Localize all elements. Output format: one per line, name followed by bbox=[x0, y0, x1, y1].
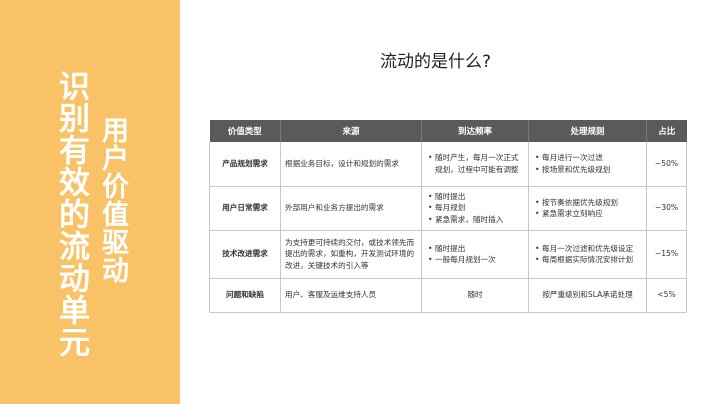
list-item: 随时提出 bbox=[428, 243, 524, 255]
cell-share: ~15% bbox=[646, 230, 687, 279]
cell-share: ~30% bbox=[646, 186, 687, 231]
list-item: 每月规划 bbox=[428, 202, 524, 214]
header-source: 来源 bbox=[280, 120, 422, 142]
list-item: 每周根据实际情况安排计划 bbox=[535, 254, 642, 266]
value-type-table: 价值类型 来源 到达频率 处理规则 占比 产品规划需求 根据业务目标，设计和规划… bbox=[209, 120, 687, 313]
main-vertical-title: 识别有效的流动单元 bbox=[53, 70, 89, 358]
header-rules: 处理规则 bbox=[528, 120, 647, 142]
list-item: 按场景和优先级规划 bbox=[535, 164, 642, 176]
sub-vertical-title: 用户价值驱动 bbox=[97, 116, 128, 284]
list-item: 紧急需求，随时插入 bbox=[428, 214, 524, 226]
cell-type: 产品规划需求 bbox=[209, 142, 281, 187]
cell-source: 根据业务目标，设计和规划的需求 bbox=[280, 142, 422, 187]
list-item: 随时产生，每月一次正式规划，过程中可能有调整 bbox=[428, 152, 524, 175]
cell-frequency: 随时 bbox=[421, 278, 529, 313]
cell-rules: 每月进行一次过滤 按场景和优先级规划 bbox=[528, 142, 647, 187]
cell-frequency: 随时提出 一般每月规划一次 bbox=[421, 230, 529, 279]
header-share: 占比 bbox=[646, 120, 687, 142]
list-item: 一般每月规划一次 bbox=[428, 254, 524, 266]
table-header-row: 价值类型 来源 到达频率 处理规则 占比 bbox=[209, 120, 687, 142]
cell-source: 外部用户和业务方提出的需求 bbox=[280, 186, 422, 231]
cell-rules: 按节奏依据优先级规划 紧急需求立刻响应 bbox=[528, 186, 647, 231]
cell-type: 问题和缺陷 bbox=[209, 278, 281, 313]
cell-share: <5% bbox=[646, 278, 687, 313]
list-item: 紧急需求立刻响应 bbox=[535, 208, 642, 220]
cell-source: 为支持更可持续的交付，或技术领先而提出的需求，如重构，开发测试环境的改进，关键技… bbox=[280, 230, 422, 279]
table-row: 产品规划需求 根据业务目标，设计和规划的需求 随时产生，每月一次正式规划，过程中… bbox=[209, 142, 687, 187]
cell-type: 用户日常需求 bbox=[209, 186, 281, 231]
list-item: 每月一次过滤和优先级设定 bbox=[535, 243, 642, 255]
cell-type: 技术改进需求 bbox=[209, 230, 281, 279]
cell-rules: 按严重级别和SLA承诺处理 bbox=[528, 278, 647, 313]
cell-source: 用户、客服及运维支持人员 bbox=[280, 278, 422, 313]
list-item: 随时提出 bbox=[428, 191, 524, 203]
table-row: 技术改进需求 为支持更可持续的交付，或技术领先而提出的需求，如重构，开发测试环境… bbox=[209, 230, 687, 279]
page-heading: 流动的是什么? bbox=[380, 52, 492, 72]
list-item: 每月进行一次过滤 bbox=[535, 152, 642, 164]
header-frequency: 到达频率 bbox=[421, 120, 529, 142]
header-value-type: 价值类型 bbox=[209, 120, 281, 142]
table-row: 问题和缺陷 用户、客服及运维支持人员 随时 按严重级别和SLA承诺处理 <5% bbox=[209, 278, 687, 313]
list-item: 按节奏依据优先级规划 bbox=[535, 197, 642, 209]
table-row: 用户日常需求 外部用户和业务方提出的需求 随时提出 每月规划 紧急需求，随时插入… bbox=[209, 186, 687, 231]
cell-frequency: 随时提出 每月规划 紧急需求，随时插入 bbox=[421, 186, 529, 231]
cell-frequency: 随时产生，每月一次正式规划，过程中可能有调整 bbox=[421, 142, 529, 187]
left-title-panel: 识别有效的流动单元 用户价值驱动 bbox=[0, 0, 180, 404]
cell-share: ~50% bbox=[646, 142, 687, 187]
cell-rules: 每月一次过滤和优先级设定 每周根据实际情况安排计划 bbox=[528, 230, 647, 279]
